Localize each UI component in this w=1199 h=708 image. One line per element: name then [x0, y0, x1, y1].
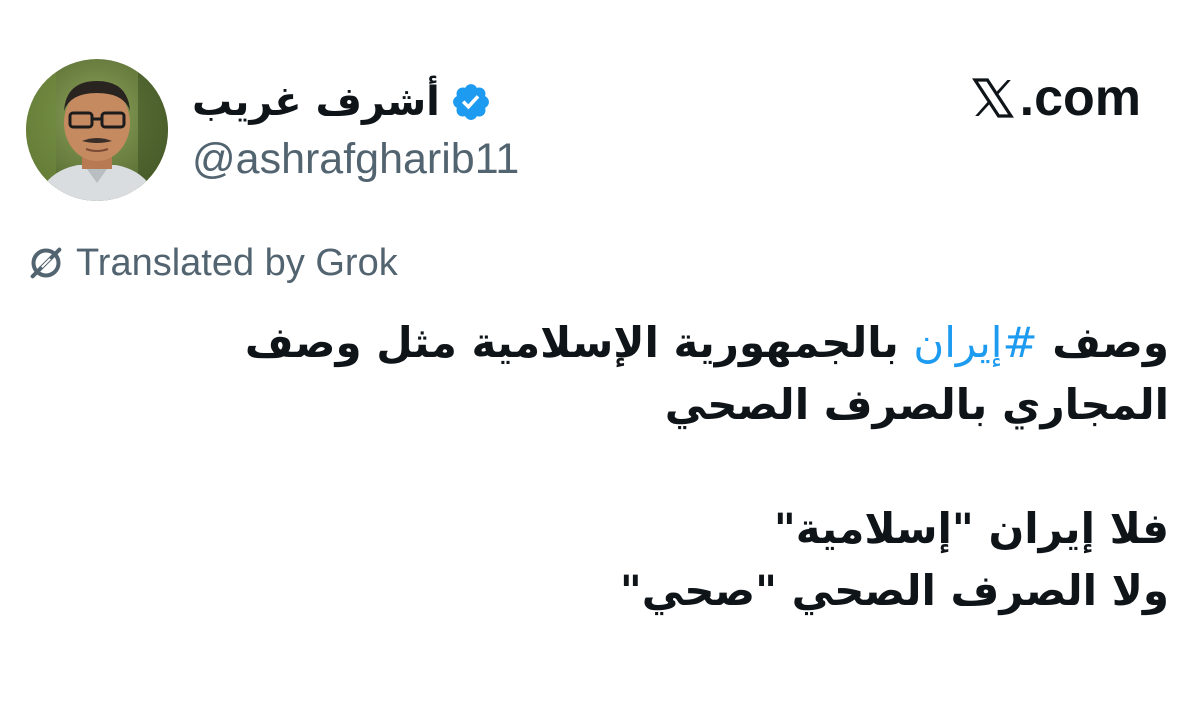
- site-name: .com: [1019, 69, 1141, 127]
- tweet-screenshot: أشرف غريب @ashrafgharib11 .com Translate…: [0, 0, 1199, 708]
- avatar[interactable]: [26, 59, 168, 201]
- x-logo-icon: [971, 78, 1014, 118]
- translation-label: Translated by Grok: [76, 242, 398, 284]
- site-logo: .com: [968, 72, 1141, 124]
- verified-badge-icon[interactable]: [450, 81, 492, 123]
- author-name-row: أشرف غريب: [192, 74, 492, 130]
- tweet-line-4: ولا الصرف الصحي "صحي": [619, 566, 1169, 615]
- tweet-line-2: المجاري بالصرف الصحي: [664, 380, 1169, 429]
- tweet-line-3: فلا إيران "إسلامية": [773, 504, 1169, 553]
- tweet-line-1-start: وصف: [1037, 318, 1169, 367]
- author-display-name[interactable]: أشرف غريب: [192, 82, 440, 122]
- author-handle[interactable]: @ashrafgharib11: [192, 138, 519, 181]
- tweet-line-1-end: بالجمهورية الإسلامية مثل وصف: [244, 318, 914, 367]
- avatar-image: [26, 59, 168, 201]
- hashtag-link[interactable]: #إيران: [913, 318, 1037, 367]
- tweet-line-1: وصف #إيران بالجمهورية الإسلامية مثل وصف: [29, 312, 1169, 374]
- grok-icon: [30, 247, 62, 279]
- translated-by-grok[interactable]: Translated by Grok: [26, 243, 398, 283]
- tweet-text: وصف #إيران بالجمهورية الإسلامية مثل وصف …: [29, 312, 1169, 622]
